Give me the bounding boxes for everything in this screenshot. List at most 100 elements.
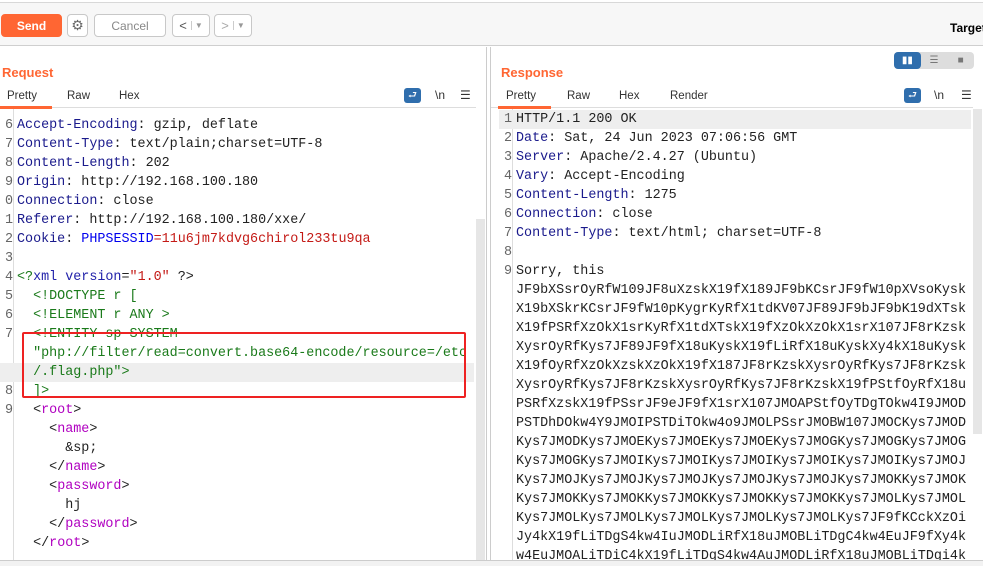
token: : 202	[129, 156, 170, 171]
token: : close	[596, 207, 653, 222]
code-line: 8 Content-Length: 202	[0, 154, 474, 173]
token: &sp;	[17, 441, 98, 456]
back-button[interactable]: < ▼	[172, 14, 210, 37]
token: : Sat, 24 Jun 2023 07:06:56 GMT	[548, 131, 798, 146]
tab-pretty[interactable]: Pretty	[497, 90, 552, 109]
token: name	[57, 422, 90, 437]
token: XysrOyRfKys7JF89JF9fX18uKyskX19fLiRfX18u…	[516, 340, 966, 355]
tab-hex[interactable]: Hex	[119, 90, 139, 102]
hamburger-menu-icon[interactable]: ☰	[961, 88, 972, 102]
token: <	[17, 479, 58, 494]
code-line: <password>	[0, 477, 474, 496]
code-line: 8	[499, 243, 971, 262]
highlight-box	[22, 332, 466, 398]
wrap-lines-icon[interactable]: ⮐	[904, 88, 921, 103]
line-text: Content-Type: text/html; charset=UTF-8	[516, 224, 821, 243]
line-text: Connection: close	[516, 205, 653, 224]
tab-pretty[interactable]: Pretty	[0, 90, 53, 109]
token: Content-Type	[516, 226, 613, 241]
token: password	[65, 517, 130, 532]
token: <!DOCTYPE r [	[17, 289, 138, 304]
line-text: Vary: Accept-Encoding	[516, 167, 685, 186]
code-line: PSRfXzskX19fPSsrJF9eJF9fX1srX107JMOAPStf…	[499, 395, 971, 414]
token: JF9bXSsrOyRfW109JF8uXzskX19fX189JF9bKCsr…	[516, 283, 966, 298]
line-number: 9	[4, 403, 13, 418]
code-line: 3	[0, 249, 474, 268]
response-tabs: Pretty Raw Hex Render ⮐ \n ☰	[491, 85, 973, 109]
token: w4EuJMOALiTDiC4kX19fLiTDgS4kw4AuJMODLiRf…	[516, 549, 966, 560]
code-line: 3 Server: Apache/2.4.27 (Ubuntu)	[499, 148, 971, 167]
line-number: 4	[4, 270, 13, 285]
line-text: Kys7JMOJKys7JMOJKys7JMOJKys7JMOJKys7JMOJ…	[516, 471, 966, 490]
send-button[interactable]: Send	[1, 14, 62, 37]
chevron-right-icon: >	[221, 18, 229, 33]
forward-button[interactable]: > ▼	[214, 14, 252, 37]
target-label[interactable]: Target	[950, 21, 983, 35]
token: =	[121, 270, 130, 285]
token: </	[17, 536, 50, 551]
line-text: Accept-Encoding: gzip, deflate	[17, 116, 258, 135]
hamburger-menu-icon[interactable]: ☰	[460, 88, 471, 102]
tab-render[interactable]: Render	[670, 90, 708, 102]
token: Accept-Encoding	[17, 118, 138, 133]
line-number: 3	[4, 251, 13, 266]
line-text: Jy4kX19fLiTDgS4kw4IuJMODLiRfX18uJMOBLiTD…	[516, 528, 966, 547]
stacked-layout-icon[interactable]: ☰	[921, 52, 948, 69]
token: XysrOyRfKys7JF8rKzskXysrOyRfKys7JF8rKzsk…	[516, 378, 966, 393]
single-layout-icon[interactable]: ■	[947, 52, 974, 69]
tab-raw[interactable]: Raw	[567, 90, 590, 102]
line-text: w4EuJMOALiTDiC4kX19fLiTDgS4kw4AuJMODLiRf…	[516, 547, 966, 560]
cancel-button[interactable]: Cancel	[94, 14, 166, 37]
code-line: Kys7JMODKys7JMOEKys7JMOEKys7JMOEKys7JMOG…	[499, 433, 971, 452]
token: : text/html; charset=UTF-8	[612, 226, 822, 241]
newline-toggle[interactable]: \n	[435, 88, 445, 102]
request-scrollbar[interactable]	[475, 109, 486, 560]
code-line: 5 <!DOCTYPE r [	[0, 287, 474, 306]
line-number: 2	[4, 232, 13, 247]
code-line: 2 Cookie: PHPSESSID=11u6jm7kdvg6chirol233…	[0, 230, 474, 249]
settings-button[interactable]: ⚙	[67, 14, 88, 37]
line-number: 1	[4, 213, 13, 228]
tab-raw[interactable]: Raw	[67, 90, 90, 102]
line-text: Kys7JMOKKys7JMOKKys7JMOKKys7JMOKKys7JMOK…	[516, 490, 966, 509]
token: Cookie	[17, 232, 66, 247]
token: PHPSESSID	[81, 232, 154, 247]
line-number: 6	[503, 207, 512, 222]
response-editor[interactable]: 1 HTTP/1.1 200 OK 2 Date: Sat, 24 Jun 2023 …	[499, 109, 971, 560]
line-text: Kys7JMODKys7JMOEKys7JMOEKys7JMOEKys7JMOG…	[516, 433, 966, 452]
token: Referer	[17, 213, 74, 228]
code-line: 5 Content-Length: 1275	[499, 186, 971, 205]
line-text: </name>	[17, 458, 105, 477]
scrollbar-thumb[interactable]	[973, 109, 982, 434]
code-line: 9 Sorry, this	[499, 262, 971, 281]
line-number: 9	[4, 175, 13, 190]
token: : Accept-Encoding	[548, 169, 685, 184]
token: name	[65, 460, 98, 475]
line-number: 6	[4, 308, 13, 323]
line-text: <!ELEMENT r ANY >	[17, 306, 170, 325]
newline-toggle[interactable]: \n	[934, 88, 944, 102]
tab-hex[interactable]: Hex	[619, 90, 639, 102]
side-by-side-layout-icon[interactable]: ▮▮	[894, 52, 921, 69]
token: : http://192.168.100.180/xxe/	[73, 213, 307, 228]
line-text: Date: Sat, 24 Jun 2023 07:06:56 GMT	[516, 129, 797, 148]
token: <!ELEMENT r ANY >	[17, 308, 170, 323]
token: <	[17, 403, 42, 418]
dropdown-arrow-icon[interactable]: ▼	[190, 21, 203, 30]
line-text: <name>	[17, 420, 97, 439]
code-line: </password>	[0, 515, 474, 534]
line-text: XysrOyRfKys7JF89JF9fX18uKyskX19fLiRfX18u…	[516, 338, 966, 357]
token: >	[81, 536, 90, 551]
token: Server	[516, 150, 565, 165]
token: Connection	[516, 207, 597, 222]
code-line: Kys7JMOJKys7JMOJKys7JMOJKys7JMOJKys7JMOJ…	[499, 471, 971, 490]
code-line: &sp;	[0, 439, 474, 458]
dropdown-arrow-icon[interactable]: ▼	[232, 21, 245, 30]
token: X19fPSRfXzOkX1srKyRfX1tdXTskX19fXzOkXzOk…	[516, 321, 966, 336]
response-scrollbar[interactable]	[972, 109, 983, 560]
token: PSTDhDOkw4Y9JMOIPSTDiTOkw4o9JMOLPSsrJMOB…	[516, 416, 966, 431]
wrap-lines-icon[interactable]: ⮐	[404, 88, 421, 103]
code-line: <name>	[0, 420, 474, 439]
code-line: 1 HTTP/1.1 200 OK	[499, 110, 971, 129]
scrollbar-thumb[interactable]	[476, 219, 485, 560]
